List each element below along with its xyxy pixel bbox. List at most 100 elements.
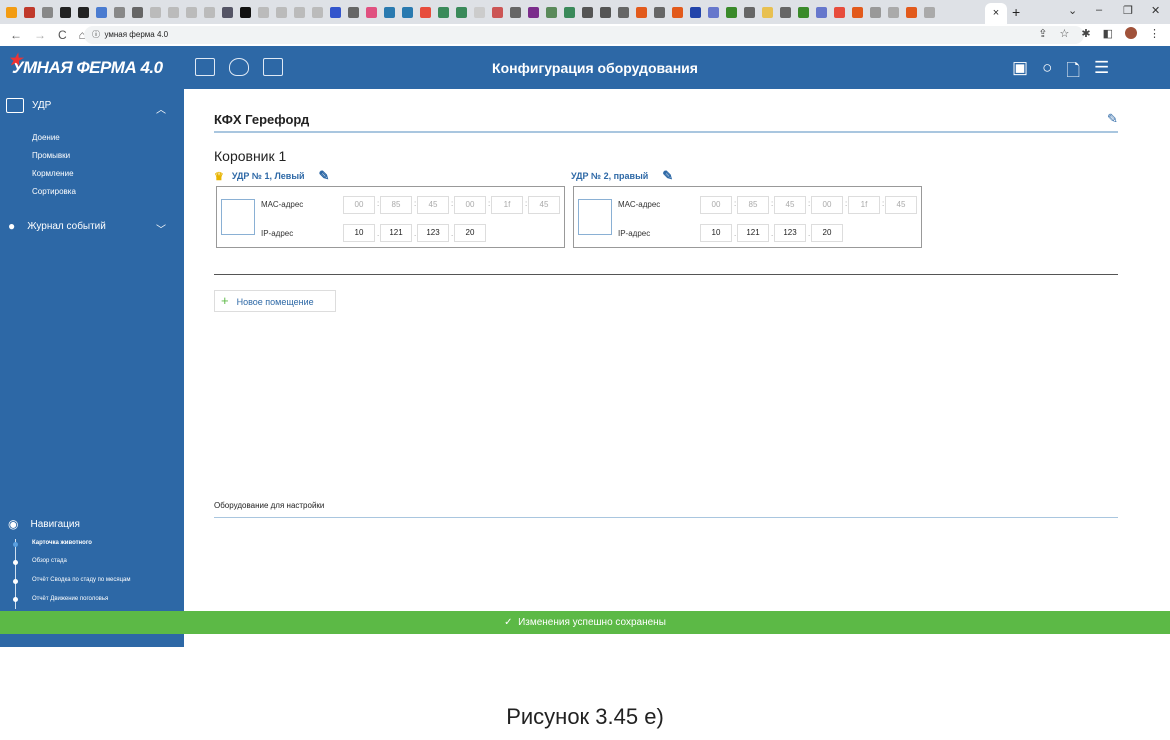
tab-favicon[interactable] (6, 6, 17, 18)
tab-favicon[interactable] (312, 6, 323, 18)
menu-icon[interactable]: ☰ (1094, 58, 1109, 87)
edit-farm-icon[interactable]: ✎ (1107, 111, 1118, 127)
chevron-up-icon[interactable]: ︿ (156, 101, 166, 116)
tab-favicon[interactable] (780, 6, 791, 18)
tab-close-button[interactable]: × (993, 7, 999, 19)
mac-octet-field[interactable]: 00 (454, 196, 486, 214)
search-icon[interactable]: ○ (1042, 58, 1052, 87)
tab-favicon[interactable] (636, 6, 647, 18)
ip-octet-field[interactable]: 121 (737, 224, 769, 242)
nav-item-livestock-movement[interactable]: Отчёт Движение поголовья (32, 596, 108, 602)
reload-icon[interactable]: C (58, 28, 67, 42)
tab-favicon[interactable] (60, 6, 71, 18)
tab-favicon[interactable] (510, 6, 521, 18)
tab-favicon[interactable] (834, 6, 845, 18)
device-name[interactable]: УДР № 1, Левый (232, 171, 305, 181)
tab-favicon[interactable] (906, 6, 917, 18)
tab-favicon[interactable] (366, 6, 377, 18)
tab-favicon[interactable] (798, 6, 809, 18)
tab-favicon[interactable] (276, 6, 287, 18)
ip-octet-field[interactable]: 20 (454, 224, 486, 242)
sidebar-item-sorting[interactable]: Сортировка (32, 187, 76, 196)
device-name[interactable]: УДР № 2, правый (571, 171, 648, 181)
sidebar-group-navigation[interactable]: ◉ Навигация (6, 517, 80, 531)
edit-device-icon[interactable]: ✎ (662, 168, 673, 184)
bookmark-star-icon[interactable]: ☆ (1060, 27, 1070, 40)
tab-favicon[interactable] (384, 6, 395, 18)
tab-favicon[interactable] (672, 6, 683, 18)
menu-icon[interactable]: ⋮ (1149, 27, 1160, 40)
back-icon[interactable]: ← (10, 28, 22, 42)
restore-button[interactable]: ❐ (1123, 4, 1133, 17)
url-input[interactable]: ⓘ умная ферма 4.0 (84, 26, 1084, 44)
tab-favicon[interactable] (762, 6, 773, 18)
avatar[interactable] (1125, 27, 1137, 39)
tab-favicon[interactable] (402, 6, 413, 18)
tab-favicon[interactable] (78, 6, 89, 18)
ip-octet-field[interactable]: 123 (417, 224, 449, 242)
tab-favicon[interactable] (258, 6, 269, 18)
tab-favicon[interactable] (474, 6, 485, 18)
tab-favicon[interactable] (744, 6, 755, 18)
tab-favicon[interactable] (726, 6, 737, 18)
tab-favicon[interactable] (96, 6, 107, 18)
tab-favicon[interactable] (456, 6, 467, 18)
tab-favicon[interactable] (204, 6, 215, 18)
mac-octet-field[interactable]: 45 (528, 196, 560, 214)
tab-favicon[interactable] (582, 6, 593, 18)
tab-favicon[interactable] (222, 6, 233, 18)
chevron-down-icon[interactable]: ﹀ (156, 221, 166, 236)
side-panel-icon[interactable]: ◧ (1103, 27, 1113, 40)
sidebar-item-washing[interactable]: Промывки (32, 151, 70, 160)
tab-favicon[interactable] (708, 6, 719, 18)
tab-search-icon[interactable]: ⌄ (1068, 4, 1077, 17)
sidebar-item-milking[interactable]: Доение (32, 133, 60, 142)
mac-octet-field[interactable]: 1f (848, 196, 880, 214)
sidebar-item-feeding[interactable]: Кормление (32, 169, 74, 178)
ip-octet-field[interactable]: 20 (811, 224, 843, 242)
tab-favicon[interactable] (150, 6, 161, 18)
save-icon[interactable]: ▣ (1012, 58, 1028, 87)
new-tab-button[interactable]: + (1012, 4, 1020, 20)
tab-favicon[interactable] (654, 6, 665, 18)
mac-octet-field[interactable]: 45 (417, 196, 449, 214)
extensions-icon[interactable]: ✱ (1081, 27, 1090, 40)
share-icon[interactable]: ⇪ (1038, 27, 1047, 40)
tab-favicon[interactable] (546, 6, 557, 18)
new-file-icon[interactable]: 🗋 (1066, 58, 1080, 87)
tab-favicon[interactable] (852, 6, 863, 18)
ip-octet-field[interactable]: 121 (380, 224, 412, 242)
tab-favicon[interactable] (438, 6, 449, 18)
tab-favicon[interactable] (240, 6, 251, 18)
forward-icon[interactable]: → (34, 28, 46, 42)
sidebar-group-udr[interactable]: УДР (6, 98, 51, 113)
tab-favicon[interactable] (330, 6, 341, 18)
mac-octet-field[interactable]: 00 (811, 196, 843, 214)
tab-favicon[interactable] (132, 6, 143, 18)
tab-favicon[interactable] (492, 6, 503, 18)
tab-favicon[interactable] (42, 6, 53, 18)
mac-octet-field[interactable]: 00 (343, 196, 375, 214)
active-tab[interactable]: × (985, 3, 1007, 24)
mac-octet-field[interactable]: 1f (491, 196, 523, 214)
nav-item-monthly-report[interactable]: Отчёт Сводка по стаду по месяцам (32, 577, 131, 583)
tab-favicon[interactable] (168, 6, 179, 18)
tab-favicon[interactable] (564, 6, 575, 18)
nav-item-herd-overview[interactable]: Обзор стада (32, 558, 67, 564)
tab-favicon[interactable] (618, 6, 629, 18)
tab-favicon[interactable] (816, 6, 827, 18)
mac-octet-field[interactable]: 85 (737, 196, 769, 214)
mac-octet-field[interactable]: 45 (885, 196, 917, 214)
tab-favicon[interactable] (528, 6, 539, 18)
tab-favicon[interactable] (348, 6, 359, 18)
ip-octet-field[interactable]: 10 (700, 224, 732, 242)
minimize-button[interactable]: – (1096, 4, 1102, 16)
tab-favicon[interactable] (114, 6, 125, 18)
tab-favicon[interactable] (420, 6, 431, 18)
ip-octet-field[interactable]: 123 (774, 224, 806, 242)
nav-item-animal-card[interactable]: Карточка животного (32, 540, 92, 546)
close-window-button[interactable]: ✕ (1151, 4, 1160, 17)
new-room-button[interactable]: + Новое помещение (214, 290, 336, 312)
mac-octet-field[interactable]: 00 (700, 196, 732, 214)
tab-favicon[interactable] (24, 6, 35, 18)
